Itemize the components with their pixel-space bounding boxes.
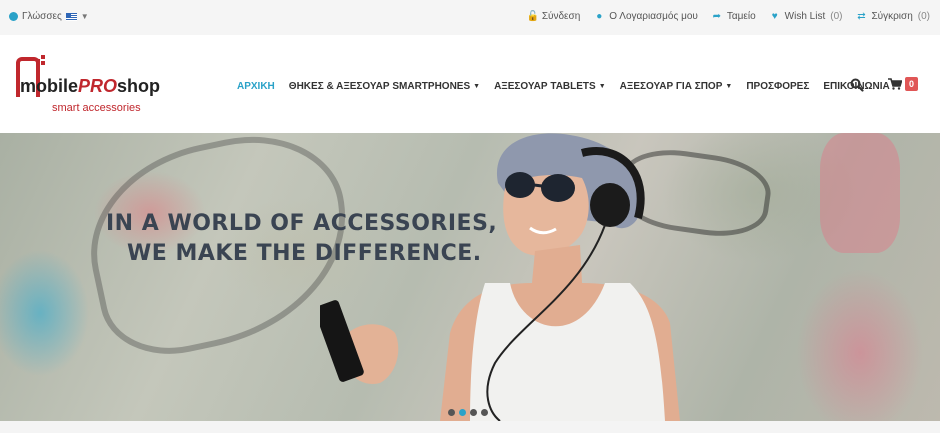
lock-icon: 🔓 [526,11,540,22]
wishlist-label: Wish List [784,11,826,22]
top-bar: Γλώσσες ▼ 🔓 Σύνδεση ● Ο Λογαριασμός μου … [0,0,940,35]
my-account-link[interactable]: ● Ο Λογαριασμός μου [594,11,698,22]
nav-label: ΘΗΚΕΣ & ΑΞΕΣΟΥΑΡ SMARTPHONES [288,81,471,92]
hero-slider[interactable]: IN A WORLD OF ACCESSORIES, WE MAKE THE D… [0,133,940,421]
logo-word-shop: shop [117,76,161,96]
logo-pixels-icon [36,55,46,65]
user-icon: ● [596,11,603,22]
greek-flag-icon [65,12,77,21]
search-icon[interactable] [850,78,864,92]
slider-dot[interactable] [481,409,488,416]
login-label: Σύνδεση [541,11,581,22]
main-nav: ΑΡΧΙΚΗ ΘΗΚΕΣ & ΑΞΕΣΟΥΑΡ SMARTPHONES ▼ ΑΞΕ… [237,81,890,92]
slider-dot[interactable] [470,409,477,416]
slider-dot-active[interactable] [459,409,466,416]
nav-label: ΑΡΧΙΚΗ [237,81,275,92]
share-icon: ➦ [712,11,722,22]
hero-line-1: IN A WORLD OF ACCESSORIES, [106,211,498,236]
cart-icon [888,78,902,90]
slider-dots [448,409,488,416]
login-link[interactable]: 🔓 Σύνδεση [527,11,580,22]
wishlist-count: (0) [830,11,843,22]
logo-word-mobile: mobile [20,76,79,96]
nav-item-tablets[interactable]: ΑΞΕΣΟΥΑΡ TABLETS ▼ [494,81,606,92]
logo-tagline: smart accessories [52,102,141,114]
logo-word-pro: PRO [78,76,118,96]
caret-down-icon: ▼ [725,83,733,90]
nav-item-home[interactable]: ΑΡΧΙΚΗ [237,81,275,92]
cart-count-badge: 0 [905,77,919,91]
chevron-down-icon: ▼ [80,12,89,21]
compare-icon: ⇄ [857,11,866,22]
nav-label: ΠΡΟΣΦΟΡΕΣ [746,81,810,92]
compare-link[interactable]: ⇄ Σύγκριση (0) [856,11,930,22]
account-links: 🔓 Σύνδεση ● Ο Λογαριασμός μου ➦ Ταμείο ♥… [527,11,930,22]
checkout-label: Ταμείο [726,11,756,22]
language-label: Γλώσσες [22,11,62,22]
hero-line-2: WE MAKE THE DIFFERENCE. [127,241,482,266]
heart-icon: ♥ [771,11,778,22]
hero-photo-woman [320,133,680,421]
nav-label: ΑΞΕΣΟΥΑΡ ΓΙΑ ΣΠΟΡ [619,81,723,92]
nav-item-offers[interactable]: ΠΡΟΣΦΟΡΕΣ [746,81,809,92]
nav-item-sport[interactable]: ΑΞΕΣΟΥΑΡ ΓΙΑ ΣΠΟΡ ▼ [620,81,733,92]
caret-down-icon: ▼ [598,83,606,90]
nav-label: ΑΞΕΣΟΥΑΡ TABLETS [494,81,596,92]
logo-wordmark: mobilePROshop [20,76,160,97]
compare-count: (0) [917,11,930,22]
language-selector[interactable]: Γλώσσες ▼ [9,11,89,22]
nav-item-smartphones[interactable]: ΘΗΚΕΣ & ΑΞΕΣΟΥΑΡ SMARTPHONES ▼ [289,81,480,92]
globe-icon [9,12,18,21]
slider-dot[interactable] [448,409,455,416]
wishlist-link[interactable]: ♥ Wish List (0) [770,11,843,22]
my-account-label: Ο Λογαριασμός μου [609,11,698,22]
cart-button[interactable]: 0 [888,77,919,91]
caret-down-icon: ▼ [473,83,481,90]
graffiti-shape [820,133,900,253]
hero-headline: IN A WORLD OF ACCESSORIES, WE MAKE THE D… [106,209,497,269]
compare-label: Σύγκριση [871,11,913,22]
checkout-link[interactable]: ➦ Ταμείο [712,11,756,22]
page-bottom-strip [0,421,940,433]
site-logo[interactable]: mobilePROshop smart accessories [14,55,184,117]
